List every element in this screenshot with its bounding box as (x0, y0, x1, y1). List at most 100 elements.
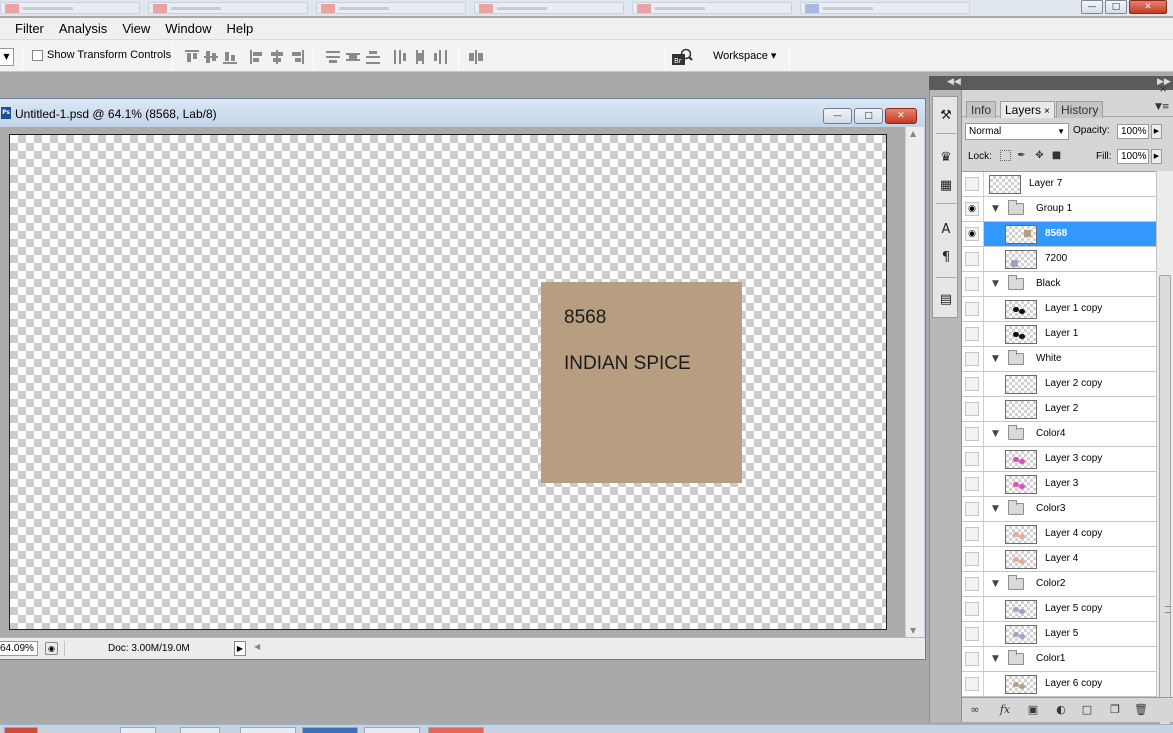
layer-group-row[interactable]: ▼ Black (962, 272, 1156, 297)
layer-body[interactable]: ▼ Color4 (983, 422, 1156, 446)
layer-body[interactable]: Layer 5 copy (983, 597, 1156, 621)
character-panel-icon[interactable]: A (935, 219, 957, 241)
layer-body[interactable]: Layer 4 (983, 547, 1156, 571)
taskbar-item[interactable] (364, 727, 420, 733)
status-menu-arrow-icon[interactable]: ▶ (234, 641, 246, 656)
layer-row[interactable]: Layer 4 copy (962, 522, 1156, 547)
layer-body[interactable]: Layer 1 copy (983, 297, 1156, 321)
panel-menu-icon[interactable]: ▼≡ (1155, 102, 1169, 112)
tab-history[interactable]: History (1056, 101, 1104, 118)
layer-body[interactable]: Layer 4 copy (983, 522, 1156, 546)
tab-layers[interactable]: Layers × (1000, 101, 1055, 118)
app-close-button[interactable]: ✕ (1129, 0, 1167, 14)
menu-view[interactable]: View (122, 21, 150, 36)
show-transform-controls[interactable]: Show Transform Controls (32, 49, 171, 61)
tool-preset-dropdown[interactable]: ▼ (0, 48, 14, 66)
distribute-vertical-center-icon[interactable] (346, 50, 360, 64)
layer-name[interactable]: White (1036, 353, 1062, 364)
expand-group-icon[interactable]: ▼ (992, 579, 999, 589)
visibility-eye-icon[interactable] (965, 677, 979, 691)
new-layer-icon[interactable]: ❐ (1108, 703, 1122, 717)
zoom-level-field[interactable]: 64.09% (0, 641, 38, 656)
layer-body[interactable]: ▼ White (983, 347, 1156, 371)
tab-close-icon[interactable]: × (1044, 106, 1050, 117)
layer-row[interactable]: Layer 3 copy (962, 447, 1156, 472)
collapse-dock-icon[interactable]: ◀◀ (947, 77, 961, 87)
layer-row[interactable]: 7200 (962, 247, 1156, 272)
layer-body[interactable]: Layer 6 copy (983, 672, 1156, 696)
layer-body[interactable]: ▼ Group 1 (983, 197, 1156, 221)
opacity-field[interactable]: 100% (1117, 124, 1149, 139)
align-horizontal-center-icon[interactable] (270, 50, 284, 64)
workspace-button[interactable]: Workspace ▾ (713, 49, 776, 62)
document-canvas[interactable]: 8568 INDIAN SPICE (9, 134, 887, 630)
visibility-eye-icon[interactable]: ◉ (965, 202, 979, 216)
layer-body[interactable]: Layer 5 (983, 622, 1156, 646)
fill-slider-arrow-icon[interactable]: ▶ (1151, 149, 1162, 164)
layer-name[interactable]: Color1 (1036, 653, 1065, 664)
visibility-eye-icon[interactable] (965, 377, 979, 391)
delete-layer-icon[interactable]: 🗑 (1134, 703, 1148, 717)
layer-body[interactable]: ▼ Black (983, 272, 1156, 296)
visibility-eye-icon[interactable] (965, 302, 979, 316)
layer-body[interactable]: ▼ Color2 (983, 572, 1156, 596)
lock-position-icon[interactable]: ✥ (1034, 150, 1045, 161)
paragraph-panel-icon[interactable]: ¶ (935, 247, 957, 269)
visibility-eye-icon[interactable] (965, 277, 979, 291)
taskbar-item[interactable] (120, 727, 156, 733)
visibility-eye-icon[interactable] (965, 177, 979, 191)
tools-panel-icon[interactable]: ⚒ (935, 105, 957, 127)
document-vertical-scrollbar[interactable]: ▲ ▼ (905, 127, 924, 637)
scroll-thumb[interactable] (1159, 275, 1171, 733)
distribute-bottom-icon[interactable] (366, 50, 380, 64)
layer-name[interactable]: Color3 (1036, 503, 1065, 514)
taskbar-item[interactable] (428, 727, 484, 733)
visibility-eye-icon[interactable] (965, 402, 979, 416)
align-left-icon[interactable] (250, 50, 264, 64)
layer-row[interactable]: Layer 5 copy (962, 597, 1156, 622)
tab-info[interactable]: Info (966, 101, 997, 118)
visibility-eye-icon[interactable]: ◉ (965, 227, 979, 241)
visibility-eye-icon[interactable] (965, 652, 979, 666)
visibility-eye-icon[interactable] (965, 427, 979, 441)
align-bottom-icon[interactable] (223, 50, 237, 64)
lock-image-icon[interactable]: ✒ (1016, 150, 1027, 161)
menu-window[interactable]: Window (165, 21, 211, 36)
taskbar-item[interactable] (4, 727, 38, 733)
layers-vertical-scrollbar[interactable] (1156, 171, 1173, 733)
layer-row[interactable]: ◉ 8568 (962, 222, 1156, 247)
layer-name[interactable]: Layer 5 copy (1045, 603, 1102, 614)
auto-align-layers-icon[interactable] (469, 50, 483, 64)
notes-panel-icon[interactable]: ▤ (935, 289, 957, 311)
layer-name[interactable]: Layer 4 (1045, 553, 1078, 564)
new-group-icon[interactable]: □ (1080, 703, 1094, 717)
layer-name[interactable]: Layer 2 copy (1045, 378, 1102, 389)
layer-body[interactable]: Layer 7 (983, 172, 1156, 196)
document-title-bar[interactable]: Ps Untitled-1.psd @ 64.1% (8568, Lab/8) … (0, 99, 925, 127)
layer-name[interactable]: Layer 2 (1045, 403, 1078, 414)
adjustment-layer-icon[interactable]: ◐ (1054, 703, 1068, 717)
layer-body[interactable]: Layer 2 copy (983, 372, 1156, 396)
layer-row[interactable]: Layer 4 (962, 547, 1156, 572)
layer-name[interactable]: Layer 5 (1045, 628, 1078, 639)
visibility-eye-icon[interactable] (965, 352, 979, 366)
expand-group-icon[interactable]: ▼ (992, 204, 999, 214)
layer-row[interactable]: Layer 7 (962, 172, 1156, 197)
distribute-right-icon[interactable] (433, 50, 447, 64)
layer-body[interactable]: Layer 3 (983, 472, 1156, 496)
layer-group-row[interactable]: ▼ Color4 (962, 422, 1156, 447)
expand-group-icon[interactable]: ▼ (992, 504, 999, 514)
layer-row[interactable]: Layer 5 (962, 622, 1156, 647)
layer-name[interactable]: Layer 3 (1045, 478, 1078, 489)
layer-name[interactable]: Black (1036, 278, 1060, 289)
layer-name[interactable]: Layer 3 copy (1045, 453, 1102, 464)
layer-name[interactable]: Color2 (1036, 578, 1065, 589)
show-transform-checkbox[interactable] (32, 49, 43, 61)
align-top-icon[interactable] (185, 50, 199, 64)
visibility-eye-icon[interactable] (965, 602, 979, 616)
layer-group-row[interactable]: ▼ Color2 (962, 572, 1156, 597)
document-horizontal-scrollbar[interactable]: ◀ (248, 641, 904, 656)
layer-body[interactable]: 7200 (983, 247, 1156, 271)
doc-close-button[interactable]: ✕ (885, 108, 917, 124)
menu-filter[interactable]: Filter (15, 21, 44, 36)
